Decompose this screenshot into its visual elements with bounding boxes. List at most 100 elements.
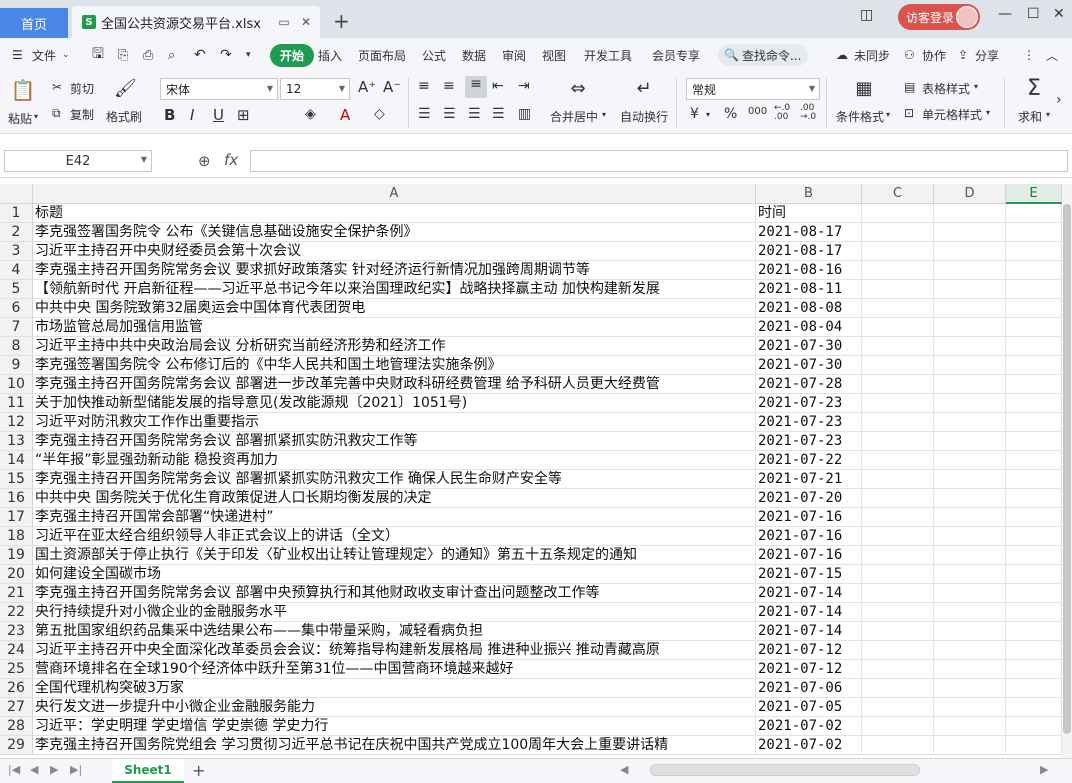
underline-icon[interactable]: U xyxy=(213,106,224,124)
border-icon[interactable]: ⊞ xyxy=(237,106,250,124)
format-painter-button[interactable]: 格式刷 xyxy=(106,108,142,125)
table-cell[interactable]: 2021-07-28 xyxy=(756,375,862,394)
table-cell[interactable]: 时间 xyxy=(756,204,862,223)
row-header[interactable]: 6 xyxy=(0,299,33,318)
table-cell[interactable]: 2021-07-05 xyxy=(756,698,862,717)
table-cell[interactable] xyxy=(934,356,1006,375)
table-cell[interactable] xyxy=(1006,356,1062,375)
table-cell[interactable]: 2021-07-06 xyxy=(756,679,862,698)
print-icon[interactable]: ⎙ xyxy=(143,48,153,63)
bold-icon[interactable]: B xyxy=(164,106,175,124)
table-cell[interactable]: 2021-07-12 xyxy=(756,660,862,679)
align-center-icon[interactable]: ☰ xyxy=(443,106,456,122)
row-header[interactable]: 22 xyxy=(0,603,33,622)
horizontal-scrollbar[interactable] xyxy=(650,764,920,776)
layout-icon[interactable]: ◫ xyxy=(860,7,873,23)
home-tab[interactable]: 首页 xyxy=(0,8,68,38)
cell-style-button[interactable]: 单元格样式 xyxy=(922,106,982,123)
column-header[interactable]: C xyxy=(862,184,934,204)
table-cell[interactable] xyxy=(1006,603,1062,622)
table-cell[interactable]: 2021-07-21 xyxy=(756,470,862,489)
cell-style-dropdown-icon[interactable]: ▾ xyxy=(986,108,990,117)
table-cell[interactable]: 2021-08-04 xyxy=(756,318,862,337)
table-cell[interactable]: 2021-07-23 xyxy=(756,394,862,413)
file-tab[interactable]: S 全国公共资源交易平台.xlsx ▭ ✕ xyxy=(72,6,320,38)
table-cell[interactable] xyxy=(862,584,934,603)
row-header[interactable]: 2 xyxy=(0,223,33,242)
table-cell[interactable] xyxy=(862,356,934,375)
clear-icon[interactable]: ◇ xyxy=(374,106,385,122)
row-header[interactable]: 28 xyxy=(0,717,33,736)
ribbon-scroll-right-icon[interactable]: › xyxy=(1056,92,1062,108)
table-cell[interactable] xyxy=(862,470,934,489)
table-cell[interactable] xyxy=(1006,261,1062,280)
table-cell[interactable] xyxy=(1006,375,1062,394)
distribute-icon[interactable]: ▥ xyxy=(518,106,531,122)
hamburger-icon[interactable]: ☰ xyxy=(12,48,23,62)
table-style-button[interactable]: 表格样式 xyxy=(922,80,970,97)
align-top-icon[interactable]: ≡ xyxy=(418,78,430,94)
redo-icon[interactable]: ↷ xyxy=(220,47,232,63)
conditional-format-button[interactable]: 条件格式 xyxy=(836,108,884,125)
table-cell[interactable] xyxy=(1006,660,1062,679)
table-cell[interactable]: 李克强主持召开国务院常务会议 部署抓紧抓实防汛救灾工作等 xyxy=(33,432,756,451)
column-header[interactable]: D xyxy=(934,184,1006,204)
last-sheet-icon[interactable]: ▶| xyxy=(70,763,82,776)
table-cell[interactable]: 2021-07-23 xyxy=(756,413,862,432)
table-cell[interactable]: 习近平对防汛救灾工作作出重要指示 xyxy=(33,413,756,432)
align-middle-icon[interactable]: ≡ xyxy=(443,78,455,94)
name-box[interactable]: E42 ▼ xyxy=(4,150,152,172)
next-sheet-icon[interactable]: ▶ xyxy=(50,763,58,776)
column-header[interactable]: A xyxy=(33,184,756,204)
row-header[interactable]: 29 xyxy=(0,736,33,755)
row-header[interactable]: 21 xyxy=(0,584,33,603)
tab-start[interactable]: 开始 xyxy=(270,43,315,67)
fx-icon[interactable]: fx xyxy=(224,151,238,169)
table-cell[interactable] xyxy=(934,470,1006,489)
minimize-icon[interactable]: — xyxy=(998,6,1012,22)
table-cell[interactable] xyxy=(862,698,934,717)
table-cell[interactable] xyxy=(862,527,934,546)
row-header[interactable]: 1 xyxy=(0,204,33,223)
first-sheet-icon[interactable]: |◀ xyxy=(8,763,20,776)
table-cell[interactable] xyxy=(934,584,1006,603)
row-header[interactable]: 14 xyxy=(0,451,33,470)
table-cell[interactable]: 央行持续提升对小微企业的金融服务水平 xyxy=(33,603,756,622)
menu-file[interactable]: 文件 xyxy=(32,47,56,64)
maximize-icon[interactable]: ☐ xyxy=(1027,6,1040,22)
table-cell[interactable] xyxy=(1006,641,1062,660)
table-cell[interactable]: 2021-08-08 xyxy=(756,299,862,318)
table-cell[interactable] xyxy=(862,603,934,622)
merge-icon[interactable]: ⇔ xyxy=(566,78,590,99)
table-cell[interactable]: 习近平：学史明理 学史增信 学史崇德 学史力行 xyxy=(33,717,756,736)
table-cell[interactable] xyxy=(934,204,1006,223)
export-icon[interactable]: ⎘ xyxy=(118,48,128,63)
table-cell[interactable]: 第五批国家组织药品集采中选结果公布——集中带量采购，减轻看病负担 xyxy=(33,622,756,641)
row-header[interactable]: 13 xyxy=(0,432,33,451)
font-color-icon[interactable]: A xyxy=(340,106,350,124)
font-family-select[interactable]: 宋体 ▼ xyxy=(160,78,278,100)
table-cell[interactable] xyxy=(934,413,1006,432)
format-painter-icon[interactable]: 🖌 xyxy=(114,78,137,99)
formula-input[interactable] xyxy=(250,150,1068,172)
row-header[interactable]: 27 xyxy=(0,698,33,717)
new-tab-button[interactable]: + xyxy=(333,9,350,33)
table-cell[interactable] xyxy=(862,641,934,660)
table-cell[interactable]: 2021-07-30 xyxy=(756,356,862,375)
close-window-icon[interactable]: ✕ xyxy=(1053,6,1065,22)
tab-page-layout[interactable]: 页面布局 xyxy=(358,47,406,64)
row-header[interactable]: 9 xyxy=(0,356,33,375)
table-cell[interactable] xyxy=(1006,622,1062,641)
table-cell[interactable] xyxy=(862,375,934,394)
table-cell[interactable]: 中共中央 国务院致第32届奥运会中国体育代表团贺电 xyxy=(33,299,756,318)
row-header[interactable]: 26 xyxy=(0,679,33,698)
table-cell[interactable] xyxy=(862,318,934,337)
cond-format-dropdown-icon[interactable]: ▾ xyxy=(886,110,890,119)
table-cell[interactable]: 2021-07-22 xyxy=(756,451,862,470)
merge-dropdown-icon[interactable]: ▾ xyxy=(602,110,606,119)
row-header[interactable]: 16 xyxy=(0,489,33,508)
table-cell[interactable] xyxy=(1006,280,1062,299)
currency-icon[interactable]: ¥ xyxy=(690,106,699,122)
collab-button[interactable]: 协作 xyxy=(922,47,946,64)
decrease-decimal-icon[interactable]: .00 →.0 xyxy=(800,104,816,122)
